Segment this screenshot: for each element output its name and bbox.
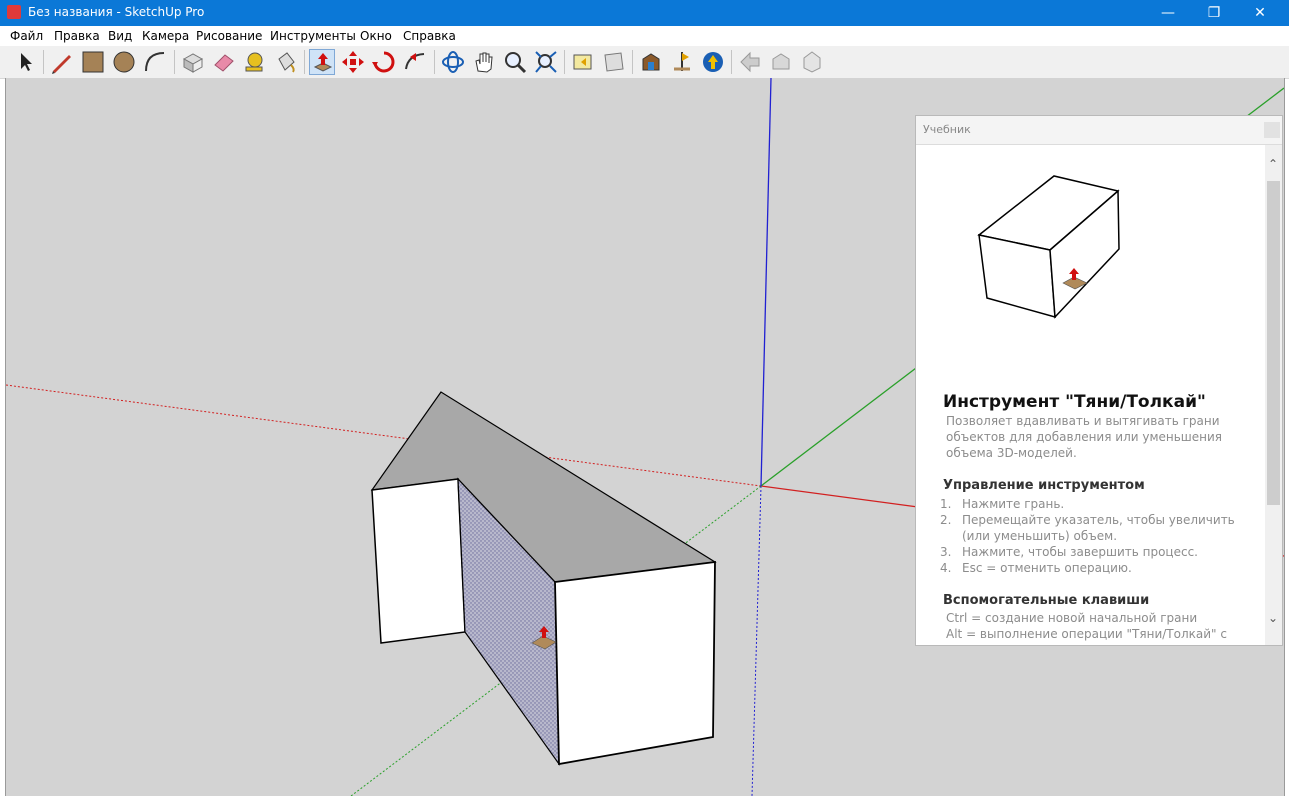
- make-component-tool-button[interactable]: [180, 49, 206, 75]
- extension-warehouse-icon: [703, 52, 723, 72]
- rectangle-tool-button[interactable]: [80, 49, 106, 75]
- arrow-cursor-icon: [21, 53, 32, 71]
- rotate-tool-button[interactable]: [371, 49, 397, 75]
- push-pull-illustration: [977, 175, 1120, 319]
- pencil-icon: [52, 55, 71, 74]
- tool-description: Позволяет вдавливать и вытягивать грани …: [946, 414, 1223, 460]
- follow-me-tool-button[interactable]: [402, 49, 428, 75]
- menu-view[interactable]: Вид: [108, 29, 132, 43]
- get-models-icon: [772, 53, 790, 70]
- tutorial-panel-header[interactable]: Учебник: [916, 116, 1282, 145]
- eraser-icon: [214, 54, 234, 72]
- blue-axis-negative: [751, 485, 762, 796]
- next-view-icon: [604, 52, 624, 72]
- hand-icon: [475, 52, 493, 73]
- next-view-tool-button[interactable]: [601, 49, 627, 75]
- list-item: 3. Нажмите, чтобы завершить процесс.: [940, 545, 1198, 559]
- steps-list: 1. Нажмите грань. 2. Перемещайте указатель…: [940, 496, 1250, 576]
- line-tool-button[interactable]: [49, 49, 75, 75]
- menu-window[interactable]: Окно: [360, 29, 392, 43]
- restore-button[interactable]: ❐: [1191, 0, 1237, 26]
- menu-edit[interactable]: Правка: [54, 29, 100, 43]
- location-icon: [674, 52, 690, 71]
- close-button[interactable]: ✕: [1237, 0, 1283, 26]
- menu-draw[interactable]: Рисование: [196, 29, 262, 43]
- menu-file[interactable]: Файл: [10, 29, 43, 43]
- menu-tools[interactable]: Инструменты: [270, 29, 356, 43]
- push-pull-tool-button[interactable]: [309, 49, 335, 75]
- modifier-keys-heading: Вспомогательные клавиши: [943, 593, 1150, 608]
- house-model[interactable]: [370, 391, 717, 766]
- tool-heading: Инструмент "Тяни/Толкай": [943, 392, 1206, 412]
- paint-bucket-tool-button[interactable]: [273, 49, 299, 75]
- 3d-warehouse-tool-button[interactable]: [638, 49, 664, 75]
- list-item: 1. Нажмите грань.: [940, 497, 1065, 511]
- arc-tool-button[interactable]: [142, 49, 168, 75]
- front-wall-face[interactable]: [554, 560, 716, 766]
- list-item: Ctrl = создание новой начальной грани: [946, 611, 1198, 625]
- get-models-tool-button[interactable]: [768, 49, 794, 75]
- paint-bucket-icon: [278, 52, 295, 73]
- move-icon: [342, 51, 364, 73]
- tape-measure-icon: [245, 52, 263, 72]
- warehouse-icon: [642, 53, 660, 71]
- menu-camera[interactable]: Камера: [142, 29, 189, 43]
- left-wall-face[interactable]: [371, 478, 466, 644]
- zoom-tool-button[interactable]: [502, 49, 528, 75]
- orbit-tool-button[interactable]: [440, 49, 466, 75]
- tutorial-panel-title: Учебник: [923, 123, 971, 136]
- list-item: 2. Перемещайте указатель, чтобы увеличить…: [940, 513, 1235, 543]
- tape-measure-tool-button[interactable]: [242, 49, 268, 75]
- follow-me-icon: [405, 53, 425, 70]
- share-component-tool-button[interactable]: [799, 49, 825, 75]
- push-pull-icon: [313, 53, 333, 72]
- tutorial-scrollbar[interactable]: ⌃ ⌄: [1265, 145, 1282, 645]
- tutorial-panel: Учебник Инструмент "Тяни/Толкай" Позволя…: [915, 115, 1283, 646]
- window-title: Без названия - SketchUp Pro: [28, 5, 205, 19]
- title-bar: Без названия - SketchUp Pro — ❐ ✕: [0, 0, 1289, 26]
- add-location-tool-button[interactable]: [669, 49, 695, 75]
- previous-view-tool-button[interactable]: [570, 49, 596, 75]
- arc-icon: [145, 52, 165, 72]
- pan-tool-button[interactable]: [471, 49, 497, 75]
- circle-tool-button[interactable]: [111, 49, 137, 75]
- share-component-icon: [803, 51, 821, 73]
- select-tool-button[interactable]: [12, 49, 38, 75]
- menu-bar: Файл Правка Вид Камера Рисование Инструм…: [0, 26, 1289, 46]
- controls-heading: Управление инструментом: [943, 478, 1145, 493]
- minimize-button[interactable]: —: [1145, 0, 1191, 26]
- panel-close-button[interactable]: [1264, 122, 1280, 138]
- share-model-icon: [740, 51, 760, 73]
- large-toolset-toolbar: [0, 46, 1289, 79]
- modifier-keys-list: Ctrl = создание новой начальной грани Al…: [946, 610, 1266, 642]
- zoom-extents-tool-button[interactable]: [533, 49, 559, 75]
- move-tool-button[interactable]: [340, 49, 366, 75]
- list-item: Alt = выполнение операции "Тяни/Толкай" …: [946, 627, 1227, 641]
- extension-warehouse-tool-button[interactable]: [700, 49, 726, 75]
- zoom-extents-icon: [535, 51, 557, 73]
- sketchup-logo-icon: [7, 5, 21, 19]
- blue-axis: [760, 78, 772, 487]
- scrollbar-thumb[interactable]: [1267, 181, 1280, 505]
- menu-help[interactable]: Справка: [403, 29, 456, 43]
- eraser-tool-button[interactable]: [211, 49, 237, 75]
- red-axis-negative: [6, 384, 762, 487]
- rectangle-icon: [82, 51, 104, 73]
- list-item: 4. Esc = отменить операцию.: [940, 561, 1132, 575]
- chevron-up-icon[interactable]: ⌃: [1268, 157, 1278, 171]
- component-icon: [182, 53, 204, 73]
- orbit-icon: [442, 51, 464, 73]
- rotate-icon: [372, 51, 395, 73]
- share-model-tool-button[interactable]: [737, 49, 763, 75]
- chevron-down-icon[interactable]: ⌄: [1268, 611, 1278, 625]
- circle-icon: [113, 51, 135, 73]
- magnifier-icon: [505, 52, 527, 74]
- previous-view-icon: [573, 54, 592, 70]
